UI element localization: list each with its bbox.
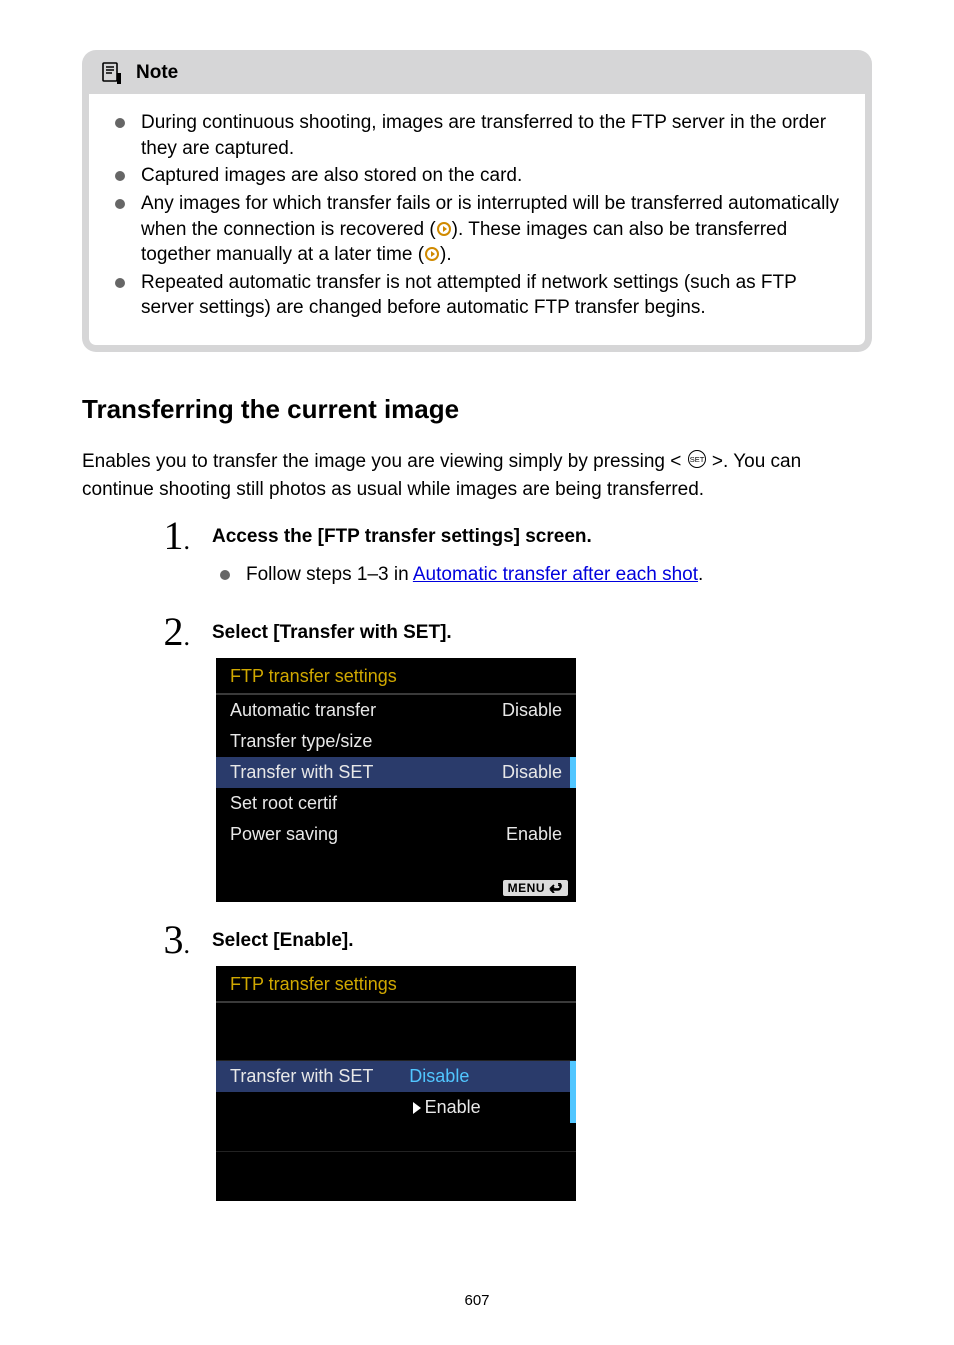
menu-row-set-root-certif: Set root certif — [216, 788, 576, 819]
screen-title: FTP transfer settings — [216, 658, 576, 695]
screen-footer: MENU — [216, 876, 576, 902]
menu-label: Power saving — [230, 824, 338, 845]
menu-row-transfer-with-set: Transfer with SET Disable — [216, 757, 576, 788]
step-number: 1. — [82, 516, 212, 556]
link-reference-icon[interactable] — [424, 244, 440, 260]
menu-option-disable: Disable — [409, 1066, 469, 1087]
note-box: Note During continuous shooting, images … — [82, 50, 872, 352]
note-bullet: Any images for which transfer fails or i… — [113, 191, 841, 268]
menu-label: Automatic transfer — [230, 700, 376, 721]
step-number: 2. — [82, 612, 212, 652]
menu-row-transfer-type-size: Transfer type/size — [216, 726, 576, 757]
text-fragment: Enables you to transfer the image you ar… — [82, 451, 687, 472]
note-title: Note — [136, 62, 178, 84]
set-button-icon: SET — [687, 449, 707, 477]
menu-label: Transfer with SET — [230, 1066, 409, 1087]
menu-row-power-saving: Power saving Enable — [216, 819, 576, 850]
note-body: During continuous shooting, images are t… — [89, 94, 865, 345]
note-header: Note — [82, 50, 872, 94]
text-fragment: ). — [440, 244, 452, 265]
menu-label: Set root certif — [230, 793, 337, 814]
svg-text:SET: SET — [689, 455, 704, 464]
step-1: 1. Access the [FTP transfer settings] sc… — [82, 516, 872, 594]
menu-row-enable-option: Enable — [216, 1092, 576, 1123]
back-arrow-icon — [549, 883, 563, 893]
note-bullet: Captured images are also stored on the c… — [113, 163, 841, 189]
link-reference-icon[interactable] — [436, 219, 452, 235]
screen-title: FTP transfer settings — [216, 966, 576, 1003]
menu-row-transfer-with-set-disable: Transfer with SET Disable — [216, 1061, 576, 1092]
camera-screen-enable-option: FTP transfer settings Transfer with SET … — [216, 966, 576, 1201]
note-bullet: Repeated automatic transfer is not attem… — [113, 270, 841, 321]
menu-row-empty — [216, 850, 576, 876]
note-icon — [102, 62, 122, 84]
section-heading: Transferring the current image — [82, 394, 872, 425]
page-number: 607 — [0, 1292, 954, 1309]
step-title: Select [Transfer with SET]. — [212, 622, 872, 644]
step-3: 3. Select [Enable]. FTP transfer setting… — [82, 920, 872, 1201]
step-title: Select [Enable]. — [212, 930, 872, 952]
steps-list: 1. Access the [FTP transfer settings] sc… — [82, 516, 872, 1201]
menu-back-badge: MENU — [503, 880, 568, 896]
text-fragment: . — [698, 564, 703, 585]
step-bullet: Follow steps 1–3 in Automatic transfer a… — [212, 562, 872, 588]
text-fragment: Follow steps 1–3 in — [246, 564, 413, 585]
camera-screen-transfer-settings: FTP transfer settings Automatic transfer… — [216, 658, 576, 902]
step-title: Access the [FTP transfer settings] scree… — [212, 526, 872, 548]
intro-paragraph: Enables you to transfer the image you ar… — [82, 449, 872, 502]
menu-option-enable: Enable — [425, 1097, 481, 1118]
note-bullet: During continuous shooting, images are t… — [113, 110, 841, 161]
step-2: 2. Select [Transfer with SET]. FTP trans… — [82, 612, 872, 902]
step-number: 3. — [82, 920, 212, 960]
menu-value: Disable — [502, 700, 562, 721]
menu-label-text: MENU — [508, 881, 545, 895]
selection-triangle-icon — [413, 1102, 421, 1114]
menu-value: Enable — [506, 824, 562, 845]
menu-label: Transfer with SET — [230, 762, 373, 783]
automatic-transfer-link[interactable]: Automatic transfer after each shot — [413, 564, 698, 585]
menu-value: Disable — [502, 762, 562, 783]
menu-row-automatic-transfer: Automatic transfer Disable — [216, 695, 576, 726]
menu-label: Transfer type/size — [230, 731, 372, 752]
